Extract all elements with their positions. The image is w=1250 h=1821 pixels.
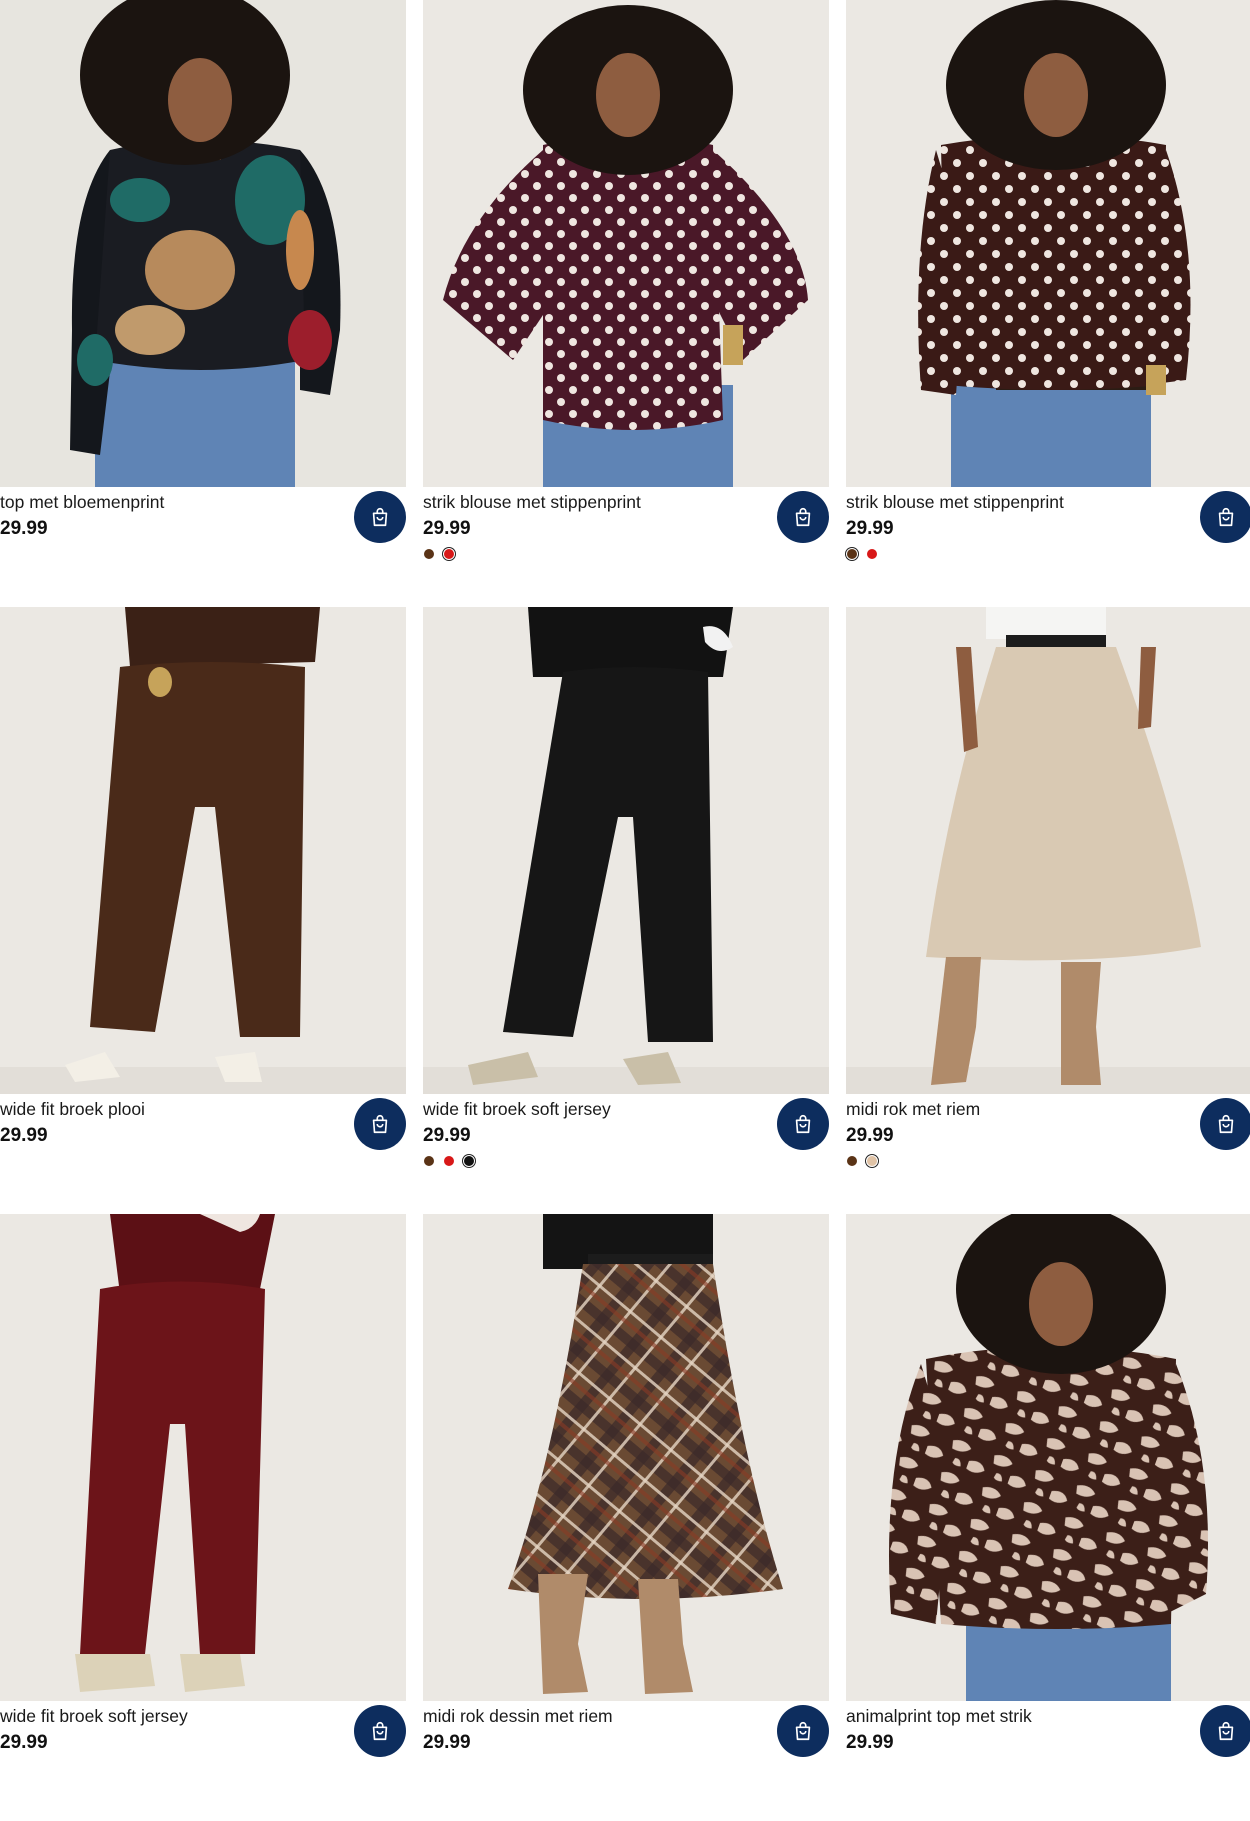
product-photo[interactable] bbox=[423, 607, 829, 1094]
color-swatches bbox=[846, 1155, 1250, 1169]
product-photo[interactable] bbox=[0, 607, 406, 1094]
product-info: midi rok dessin met riem 29.99 bbox=[423, 1701, 829, 1821]
shopping-bag-icon bbox=[372, 1721, 388, 1741]
add-to-cart-button[interactable] bbox=[354, 1098, 406, 1150]
product-price: 29.99 bbox=[0, 1732, 48, 1753]
color-swatches bbox=[423, 1155, 829, 1169]
add-to-cart-button[interactable] bbox=[777, 1098, 829, 1150]
product-card: wide fit broek plooi 29.99 bbox=[0, 607, 406, 1214]
animal-top-image bbox=[846, 1214, 1250, 1701]
color-swatch[interactable] bbox=[846, 548, 858, 560]
plaid-skirt-image bbox=[423, 1214, 829, 1701]
color-swatch[interactable] bbox=[443, 1155, 455, 1167]
shopping-bag-icon bbox=[1218, 1114, 1234, 1134]
polka-blouse-burgundy-image bbox=[423, 0, 829, 487]
beige-skirt-image bbox=[846, 607, 1250, 1094]
product-price: 29.99 bbox=[846, 518, 894, 539]
floral-top-image bbox=[0, 0, 406, 487]
color-swatches bbox=[846, 548, 1250, 562]
product-info: animalprint top met strik 29.99 bbox=[846, 1701, 1250, 1821]
color-swatch[interactable] bbox=[846, 1155, 858, 1167]
product-card: top met bloemenprint 29.99 bbox=[0, 0, 406, 607]
add-to-cart-button[interactable] bbox=[777, 491, 829, 543]
color-swatch[interactable] bbox=[866, 1155, 878, 1167]
product-card: midi rok met riem 29.99 bbox=[846, 607, 1250, 1214]
product-price: 29.99 bbox=[0, 1125, 48, 1146]
product-info: wide fit broek soft jersey 29.99 bbox=[0, 1701, 406, 1821]
product-photo[interactable] bbox=[0, 0, 406, 487]
add-to-cart-button[interactable] bbox=[777, 1705, 829, 1757]
color-swatch[interactable] bbox=[423, 1155, 435, 1167]
color-swatches bbox=[0, 548, 406, 562]
shopping-bag-icon bbox=[795, 507, 811, 527]
brown-trousers-image bbox=[0, 607, 406, 1094]
product-info: top met bloemenprint 29.99 bbox=[0, 487, 406, 607]
black-trousers-image bbox=[423, 607, 829, 1094]
color-swatches bbox=[423, 1762, 829, 1776]
product-info: strik blouse met stippenprint 29.99 bbox=[846, 487, 1250, 607]
color-swatch[interactable] bbox=[443, 548, 455, 560]
product-card: strik blouse met stippenprint 29.99 bbox=[846, 0, 1250, 607]
product-card: midi rok dessin met riem 29.99 bbox=[423, 1214, 829, 1757]
product-name[interactable]: top met bloemenprint bbox=[0, 491, 350, 513]
color-swatches bbox=[846, 1762, 1250, 1776]
product-grid: top met bloemenprint 29.99 strik blouse … bbox=[0, 0, 1250, 1757]
shopping-bag-icon bbox=[1218, 507, 1234, 527]
product-photo[interactable] bbox=[423, 1214, 829, 1701]
add-to-cart-button[interactable] bbox=[1200, 1098, 1250, 1150]
product-photo[interactable] bbox=[846, 607, 1250, 1094]
color-swatch[interactable] bbox=[866, 548, 878, 560]
product-card: animalprint top met strik 29.99 bbox=[846, 1214, 1250, 1757]
product-info: wide fit broek plooi 29.99 bbox=[0, 1094, 406, 1214]
color-swatch[interactable] bbox=[463, 1155, 475, 1167]
color-swatch[interactable] bbox=[423, 548, 435, 560]
product-price: 29.99 bbox=[846, 1732, 894, 1753]
add-to-cart-button[interactable] bbox=[354, 491, 406, 543]
shopping-bag-icon bbox=[795, 1114, 811, 1134]
product-price: 29.99 bbox=[846, 1125, 894, 1146]
color-swatches bbox=[0, 1762, 406, 1776]
product-name[interactable]: strik blouse met stippenprint bbox=[846, 491, 1196, 513]
product-photo[interactable] bbox=[0, 1214, 406, 1701]
shopping-bag-icon bbox=[1218, 1721, 1234, 1741]
product-name[interactable]: wide fit broek plooi bbox=[0, 1098, 350, 1120]
product-info: wide fit broek soft jersey 29.99 bbox=[423, 1094, 829, 1214]
product-name[interactable]: strik blouse met stippenprint bbox=[423, 491, 773, 513]
product-photo[interactable] bbox=[846, 1214, 1250, 1701]
color-swatches bbox=[423, 548, 829, 562]
shopping-bag-icon bbox=[372, 507, 388, 527]
product-name[interactable]: wide fit broek soft jersey bbox=[423, 1098, 773, 1120]
product-card: wide fit broek soft jersey 29.99 bbox=[0, 1214, 406, 1757]
add-to-cart-button[interactable] bbox=[1200, 1705, 1250, 1757]
product-name[interactable]: midi rok met riem bbox=[846, 1098, 1196, 1120]
product-price: 29.99 bbox=[423, 1125, 471, 1146]
product-price: 29.99 bbox=[423, 518, 471, 539]
shopping-bag-icon bbox=[795, 1721, 811, 1741]
product-price: 29.99 bbox=[423, 1732, 471, 1753]
add-to-cart-button[interactable] bbox=[354, 1705, 406, 1757]
product-card: wide fit broek soft jersey 29.99 bbox=[423, 607, 829, 1214]
polka-blouse-brown-image bbox=[846, 0, 1250, 487]
product-price: 29.99 bbox=[0, 518, 48, 539]
product-card: strik blouse met stippenprint 29.99 bbox=[423, 0, 829, 607]
product-info: midi rok met riem 29.99 bbox=[846, 1094, 1250, 1214]
product-photo[interactable] bbox=[423, 0, 829, 487]
add-to-cart-button[interactable] bbox=[1200, 491, 1250, 543]
product-info: strik blouse met stippenprint 29.99 bbox=[423, 487, 829, 607]
shopping-bag-icon bbox=[372, 1114, 388, 1134]
burgundy-trousers-image bbox=[0, 1214, 406, 1701]
product-photo[interactable] bbox=[846, 0, 1250, 487]
color-swatches bbox=[0, 1155, 406, 1169]
